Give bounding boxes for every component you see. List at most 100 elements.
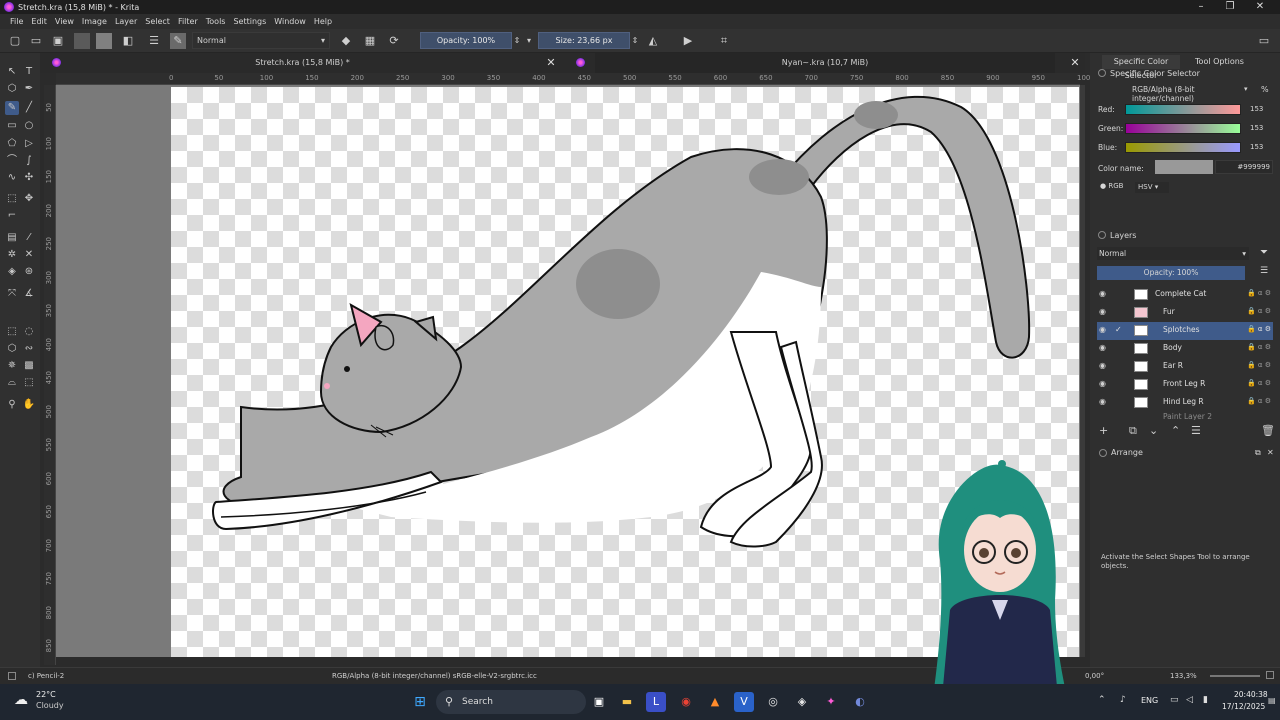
monitor-icon[interactable]: ▭ [1170, 695, 1179, 705]
language-indicator[interactable]: ENG [1141, 696, 1158, 705]
tab-nyan-close-icon[interactable]: ✕ [1068, 55, 1082, 71]
reload-preset-icon[interactable]: ⟳ [386, 33, 402, 49]
minimize-button[interactable]: – [1186, 0, 1216, 14]
multibrush-tool-icon[interactable]: ✣ [22, 171, 36, 185]
new-document-icon[interactable]: ▢ [7, 33, 23, 49]
ellipse-tool-icon[interactable]: ○ [22, 119, 36, 133]
colorspace-dropdown-icon[interactable]: ▾ [1244, 85, 1248, 93]
size-spin-icon[interactable]: ⇕ [630, 33, 640, 49]
layer-flags-icon[interactable]: 🔒 α ⚙ [1247, 307, 1271, 315]
menu-settings[interactable]: Settings [233, 17, 266, 26]
bezier-tool-icon[interactable]: ⌒ [5, 154, 19, 168]
eraser-mode-icon[interactable]: ◆ [338, 33, 354, 49]
layer-flags-icon[interactable]: 🔒 α ⚙ [1247, 379, 1271, 387]
menu-filter[interactable]: Filter [178, 17, 198, 26]
rectangle-tool-icon[interactable]: ▭ [5, 119, 19, 133]
size-slider[interactable]: Size: 23,66 px [538, 32, 630, 49]
text-tool-icon[interactable]: T [22, 65, 36, 79]
add-layer-icon[interactable]: + [1099, 424, 1108, 437]
edit-shapes-tool-icon[interactable]: ⬡ [5, 82, 19, 96]
crop-wrap-icon[interactable]: ⌗ [716, 33, 732, 49]
tab-tool-options[interactable]: Tool Options [1192, 55, 1247, 69]
chrome-icon[interactable]: ◉ [676, 692, 696, 712]
blue-value[interactable]: 153 [1250, 143, 1263, 151]
layer-properties-icon[interactable]: ☰ [1191, 424, 1201, 437]
layer-blend-select[interactable]: Normal ▾ [1097, 247, 1249, 260]
bezier-select-tool-icon[interactable]: ⌓ [5, 376, 19, 390]
visibility-eye-icon[interactable]: ◉ [1099, 289, 1109, 299]
tab-nyan[interactable]: Nyan~.kra (10,7 MiB) [595, 53, 1055, 73]
freehand-select-tool-icon[interactable]: ∾ [22, 342, 36, 356]
fullscreen-icon[interactable] [1266, 671, 1274, 679]
red-slider[interactable] [1125, 104, 1241, 115]
freehand-path-tool-icon[interactable]: ∫ [22, 154, 36, 168]
visibility-eye-icon[interactable]: ◉ [1099, 325, 1109, 335]
layer-row[interactable]: ◉ ✓ Splotches 🔒 α ⚙ [1097, 322, 1273, 340]
color-hex-field[interactable]: #999999 [1215, 160, 1273, 174]
similar-select-tool-icon[interactable]: ▩ [22, 359, 36, 373]
enclose-fill-tool-icon[interactable]: ⊛ [22, 265, 36, 279]
vscode-icon[interactable]: V [734, 692, 754, 712]
battery-icon[interactable]: ▮ [1203, 695, 1208, 705]
blue-slider[interactable] [1125, 142, 1241, 153]
menu-window[interactable]: Window [274, 17, 306, 26]
brush-preset-icon[interactable]: ✎ [170, 33, 186, 49]
polyline-tool-icon[interactable]: ▷ [22, 137, 36, 151]
obs-icon[interactable]: ◎ [763, 692, 783, 712]
hsv-select[interactable]: HSV ▾ [1135, 182, 1169, 193]
layer-row[interactable]: ◉ Complete Cat 🔒 α ⚙ [1097, 286, 1273, 304]
docker-collapse-icon[interactable] [1098, 69, 1106, 77]
move-down-icon[interactable]: ⌄ [1149, 424, 1158, 437]
crop-tool-icon[interactable]: ⌐ [5, 209, 19, 223]
zoom-value[interactable]: 133,3% [1170, 672, 1197, 680]
move-up-icon[interactable]: ⌃ [1171, 424, 1180, 437]
dynamic-brush-tool-icon[interactable]: ∿ [5, 171, 19, 185]
menu-view[interactable]: View [55, 17, 74, 26]
fill-tool-icon[interactable]: ◈ [5, 265, 19, 279]
visibility-eye-icon[interactable]: ◉ [1099, 397, 1109, 407]
preserve-alpha-icon[interactable]: ▦ [362, 33, 378, 49]
notification-icon[interactable]: ▤ [1268, 696, 1276, 705]
freehand-brush-tool-icon[interactable]: ✎ [5, 101, 19, 115]
filter-icon[interactable]: ⏷ [1260, 247, 1268, 258]
fg-bg-color-icon[interactable]: ◧ [120, 33, 136, 49]
pattern-swatch-icon[interactable] [96, 33, 112, 49]
menu-file[interactable]: File [10, 17, 23, 26]
layer-flags-icon[interactable]: 🔒 α ⚙ [1247, 361, 1271, 369]
canvas-vertical-scrollbar[interactable] [1080, 85, 1085, 657]
layer-row[interactable]: ◉ Ear R 🔒 α ⚙ [1097, 358, 1273, 376]
float-docker-icon[interactable]: ⧉ [1255, 448, 1261, 458]
tab-stretch[interactable]: Stretch.kra (15,8 MiB) * [70, 53, 535, 73]
opacity-spin-icon[interactable]: ⇕ [512, 33, 522, 49]
layer-row[interactable]: ◉ Hind Leg R 🔒 α ⚙ [1097, 394, 1273, 412]
pan-tool-icon[interactable]: ✋ [22, 398, 36, 412]
arrange-collapse-icon[interactable] [1099, 449, 1107, 457]
maximize-button[interactable]: ❐ [1215, 0, 1245, 14]
opacity-dropdown-icon[interactable]: ▾ [524, 33, 534, 49]
polygon-tool-icon[interactable]: ⬠ [5, 137, 19, 151]
weather-text[interactable]: Cloudy [36, 701, 64, 710]
discord-icon[interactable]: ◐ [850, 692, 870, 712]
layer-flags-icon[interactable]: 🔒 α ⚙ [1247, 343, 1271, 351]
rotation-value[interactable]: 0,00° [1085, 672, 1104, 680]
visibility-eye-icon[interactable]: ◉ [1099, 379, 1109, 389]
clock-date[interactable]: 17/12/2025 [1222, 702, 1265, 711]
menu-tools[interactable]: Tools [206, 17, 226, 26]
green-value[interactable]: 153 [1250, 124, 1263, 132]
delete-layer-icon[interactable]: 🗑 [1261, 424, 1275, 437]
layer-row[interactable]: ◉ Front Leg R 🔒 α ⚙ [1097, 376, 1273, 394]
tab-stretch-close-icon[interactable]: ✕ [544, 55, 558, 71]
contiguous-select-tool-icon[interactable]: ✵ [5, 359, 19, 373]
layers-collapse-icon[interactable] [1098, 231, 1106, 239]
smart-patch-tool-icon[interactable]: ✕ [22, 248, 36, 262]
close-window-button[interactable]: ✕ [1245, 0, 1275, 14]
color-picker-tool-icon[interactable]: ⁄ [22, 231, 36, 245]
red-value[interactable]: 153 [1250, 105, 1263, 113]
green-slider[interactable] [1125, 123, 1241, 134]
app-l-icon[interactable]: L [646, 692, 666, 712]
volume-icon[interactable]: ◁ [1186, 695, 1193, 705]
layer-row[interactable]: ◉ Fur 🔒 α ⚙ [1097, 304, 1273, 322]
duplicate-layer-icon[interactable]: ⧉ [1129, 424, 1137, 438]
visibility-eye-icon[interactable]: ◉ [1099, 307, 1109, 317]
colorspace-select[interactable]: RGB/Alpha (8-bit integer/channel) [1132, 85, 1252, 103]
